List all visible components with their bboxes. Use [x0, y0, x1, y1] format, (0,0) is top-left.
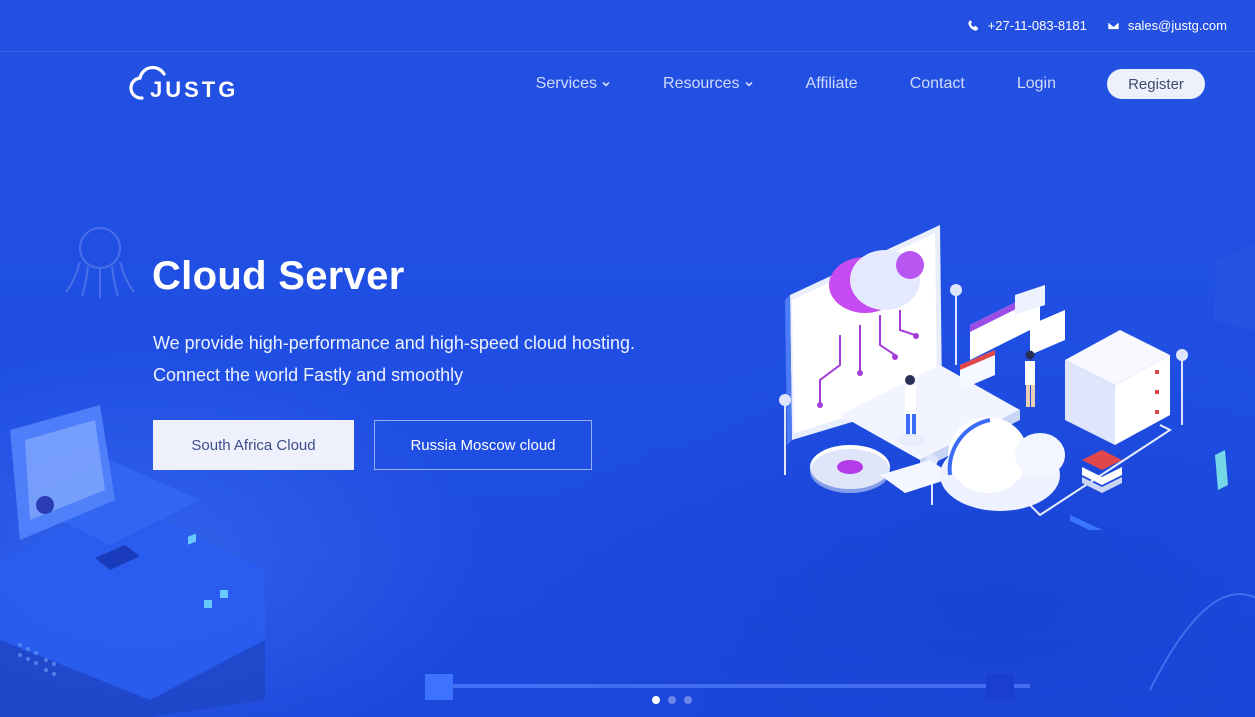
main-navbar: JUSTG Services Resources Affiliate Conta…: [0, 52, 1255, 116]
envelope-icon: [1107, 20, 1120, 31]
phone-number: +27-11-083-8181: [987, 18, 1087, 33]
chevron-down-icon: [602, 81, 610, 87]
nav-item-label: Affiliate: [805, 75, 858, 92]
nav-item-label: Services: [535, 75, 598, 92]
slider-dot-1[interactable]: [652, 696, 660, 704]
russia-moscow-cloud-button[interactable]: Russia Moscow cloud: [374, 420, 592, 470]
logo-text: JUSTG: [150, 77, 238, 102]
chevron-down-icon: [744, 81, 753, 87]
nav-item-resources[interactable]: Resources: [663, 75, 753, 93]
nav-item-login[interactable]: Login: [1017, 75, 1056, 93]
justg-logo[interactable]: JUSTG: [120, 64, 240, 106]
hero-line-2: Connect the world Fastly and smoothly: [153, 365, 464, 385]
phone-icon: [968, 19, 978, 31]
octopus-icon: [65, 227, 135, 298]
top-contact-bar: +27-11-083-8181 sales@justg.com: [0, 0, 1255, 52]
nav-item-services[interactable]: Services: [536, 75, 611, 93]
nav-item-contact[interactable]: Contact: [910, 75, 965, 93]
email-address: sales@justg.com: [1127, 18, 1227, 33]
cloud-server-illustration: [779, 225, 1188, 530]
hero-title: Cloud Server: [152, 254, 405, 298]
nav-item-label: Resources: [663, 75, 740, 92]
phone-contact[interactable]: +27-11-083-8181: [967, 18, 1087, 33]
nav-item-label: Contact: [909, 75, 965, 92]
register-button[interactable]: Register: [1107, 69, 1205, 99]
south-africa-cloud-button[interactable]: South Africa Cloud: [153, 420, 354, 470]
slider-dots: [652, 696, 692, 704]
hero-description: We provide high-performance and high-spe…: [153, 327, 635, 391]
nav-links: Services Resources Affiliate Contact Log…: [536, 69, 1205, 99]
nav-item-label: Login: [1016, 75, 1056, 92]
slider-dot-2[interactable]: [668, 696, 676, 704]
slider-dot-3[interactable]: [684, 696, 692, 704]
hero-line-1: We provide high-performance and high-spe…: [153, 333, 635, 353]
email-contact[interactable]: sales@justg.com: [1107, 18, 1227, 33]
nav-item-affiliate[interactable]: Affiliate: [806, 75, 858, 93]
